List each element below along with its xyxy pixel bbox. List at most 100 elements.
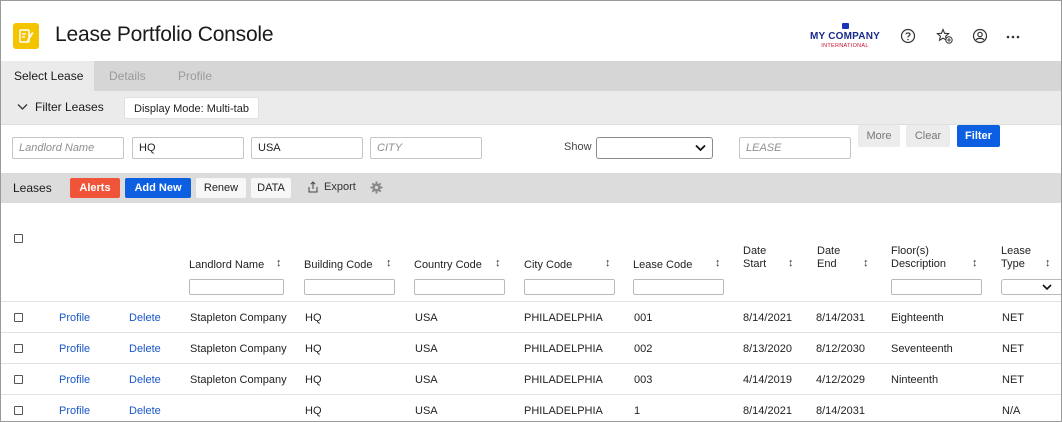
column-header-country[interactable]: Country Code — [414, 259, 482, 272]
date-start-line-1: Date — [743, 245, 767, 257]
column-header-floor[interactable]: Floor(s) Description — [891, 245, 946, 271]
table-row[interactable]: Profile Delete Stapleton Company HQ USA … — [1, 332, 1061, 363]
column-header-building[interactable]: Building Code — [304, 259, 373, 272]
app-window: Lease Portfolio Console MY COMPANY INTER… — [0, 0, 1062, 422]
floor-line-1: Floor(s) — [891, 245, 929, 257]
logo-line-2: INTERNATIONAL — [821, 43, 869, 49]
more-icon[interactable] — [1004, 27, 1022, 45]
sort-icon[interactable]: ↕ — [788, 257, 794, 269]
renew-button[interactable]: Renew — [196, 178, 246, 198]
tab-bar: Select Lease Details Profile — [1, 61, 1061, 91]
alerts-button[interactable]: Alerts — [70, 178, 120, 198]
cell-type: N/A — [1002, 405, 1021, 417]
type-line-1: Lease — [1001, 245, 1031, 257]
leases-toolbar: Leases Alerts Add New Renew DATA Export — [1, 173, 1061, 203]
cell-building: HQ — [305, 343, 322, 355]
column-header-type[interactable]: Lease Type — [1001, 245, 1031, 271]
cell-country: USA — [415, 405, 438, 417]
cell-city: PHILADELPHIA — [524, 374, 603, 386]
lease-column-filter[interactable] — [633, 279, 724, 295]
building-code-input[interactable]: HQ — [132, 137, 244, 159]
profile-link[interactable]: Profile — [59, 374, 90, 386]
clear-button[interactable]: Clear — [906, 125, 950, 147]
profile-link[interactable]: Profile — [59, 312, 90, 324]
display-mode-button[interactable]: Display Mode: Multi-tab — [124, 97, 259, 119]
row-checkbox[interactable] — [14, 313, 23, 322]
add-new-button[interactable]: Add New — [125, 178, 191, 198]
gear-icon[interactable] — [370, 181, 383, 197]
sort-icon[interactable]: ↕ — [386, 257, 392, 269]
export-button[interactable]: Export — [307, 181, 356, 193]
delete-link[interactable]: Delete — [129, 343, 161, 355]
delete-link[interactable]: Delete — [129, 405, 161, 417]
sort-icon[interactable]: ↕ — [495, 257, 501, 269]
cell-type: NET — [1002, 374, 1024, 386]
company-logo: MY COMPANY INTERNATIONAL — [808, 23, 882, 49]
tab-profile[interactable]: Profile — [178, 61, 238, 91]
account-icon[interactable] — [971, 27, 989, 45]
sort-icon[interactable]: ↕ — [972, 257, 978, 269]
profile-link[interactable]: Profile — [59, 405, 90, 417]
sort-icon[interactable]: ↕ — [715, 257, 721, 269]
sort-icon[interactable]: ↕ — [863, 257, 869, 269]
filter-inputs: Landlord Name HQ USA CITY Show LEASE Mor… — [1, 125, 1061, 171]
profile-link[interactable]: Profile — [59, 343, 90, 355]
show-label: Show — [564, 141, 592, 153]
tab-details[interactable]: Details — [109, 61, 169, 91]
column-header-date-start[interactable]: Date Start — [743, 245, 766, 271]
show-select[interactable] — [596, 137, 713, 159]
data-button[interactable]: DATA — [251, 178, 291, 198]
country-column-filter[interactable] — [414, 279, 505, 295]
column-header-city[interactable]: City Code — [524, 259, 572, 272]
cell-country: USA — [415, 343, 438, 355]
cell-date-end: 8/14/2031 — [816, 312, 865, 324]
building-column-filter[interactable] — [304, 279, 395, 295]
column-header-lease[interactable]: Lease Code — [633, 259, 692, 272]
delete-link[interactable]: Delete — [129, 312, 161, 324]
chevron-down-icon — [1042, 284, 1052, 291]
chevron-down-icon — [17, 102, 28, 112]
cell-type: NET — [1002, 343, 1024, 355]
select-all-checkbox[interactable] — [14, 234, 23, 243]
tab-select-lease[interactable]: Select Lease — [1, 61, 94, 91]
help-icon[interactable] — [899, 27, 917, 45]
cell-date-start: 8/14/2021 — [743, 312, 792, 324]
cell-date-start: 8/14/2021 — [743, 405, 792, 417]
filter-button[interactable]: Filter — [957, 125, 1000, 147]
more-button[interactable]: More — [858, 125, 900, 147]
filter-leases-toggle[interactable]: Filter Leases — [17, 100, 104, 114]
sort-icon[interactable]: ↕ — [605, 257, 611, 269]
row-checkbox[interactable] — [14, 375, 23, 384]
column-header-landlord[interactable]: Landlord Name — [189, 259, 264, 272]
floor-line-2: Description — [891, 258, 947, 270]
cell-landlord: Stapleton Company — [190, 343, 287, 355]
floor-column-filter[interactable] — [891, 279, 982, 295]
delete-link[interactable]: Delete — [129, 374, 161, 386]
city-column-filter[interactable] — [524, 279, 615, 295]
cell-floor: Ninteenth — [891, 374, 939, 386]
cell-lease: 003 — [634, 374, 653, 386]
type-column-select[interactable] — [1001, 279, 1061, 295]
cell-type: NET — [1002, 312, 1024, 324]
table-row[interactable]: Profile Delete HQ USA PHILADELPHIA 1 8/1… — [1, 394, 1061, 421]
sort-icon[interactable]: ↕ — [1045, 257, 1051, 269]
table-row[interactable]: Profile Delete Stapleton Company HQ USA … — [1, 301, 1061, 332]
landlord-name-input[interactable]: Landlord Name — [12, 137, 124, 159]
date-end-line-1: Date — [817, 245, 841, 257]
page-title: Lease Portfolio Console — [55, 23, 274, 46]
row-checkbox[interactable] — [14, 344, 23, 353]
country-code-input[interactable]: USA — [251, 137, 363, 159]
column-header-date-end[interactable]: Date End — [817, 245, 840, 271]
favorites-icon[interactable] — [935, 27, 953, 45]
cell-building: HQ — [305, 374, 322, 386]
cell-country: USA — [415, 312, 438, 324]
city-code-input[interactable]: CITY — [370, 137, 482, 159]
sort-icon[interactable]: ↕ — [276, 257, 282, 269]
table-row[interactable]: Profile Delete Stapleton Company HQ USA … — [1, 363, 1061, 394]
cell-landlord: Stapleton Company — [190, 374, 287, 386]
cell-lease: 1 — [634, 405, 641, 417]
cell-building: HQ — [305, 312, 322, 324]
row-checkbox[interactable] — [14, 406, 23, 415]
landlord-column-filter[interactable] — [189, 279, 284, 295]
lease-code-input[interactable]: LEASE — [739, 137, 851, 159]
